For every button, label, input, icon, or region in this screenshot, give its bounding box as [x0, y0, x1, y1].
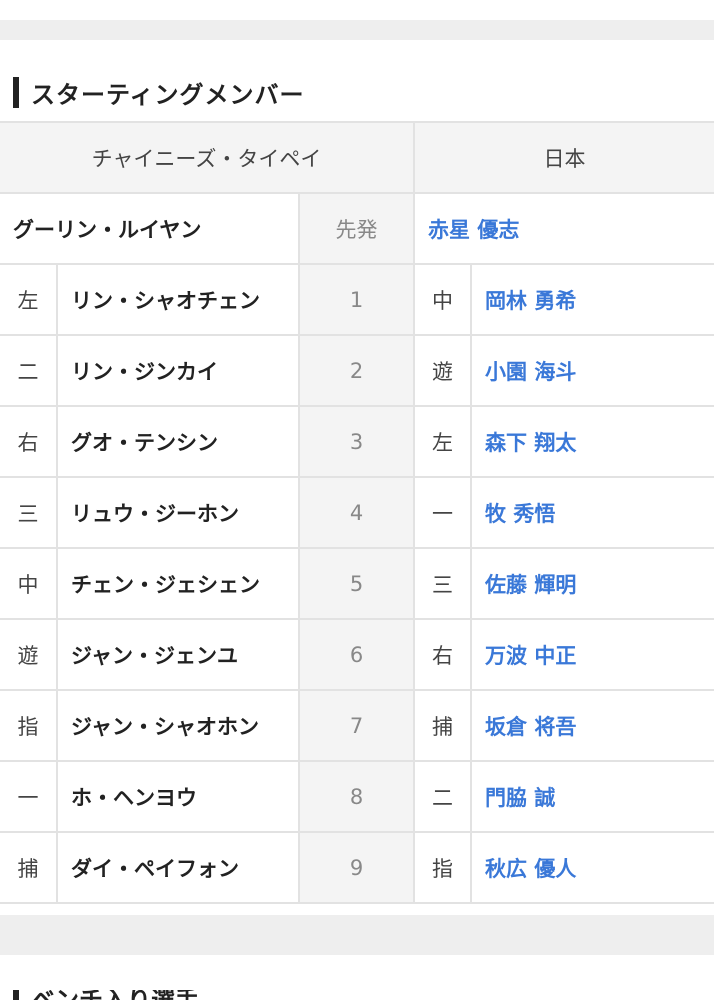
team-header-row: チャイニーズ・タイペイ 日本 [0, 121, 714, 194]
home-position: 右 [413, 618, 473, 691]
away-position: 右 [0, 405, 58, 478]
home-team-name: 日本 [413, 121, 714, 194]
away-player-name: リュウ・ジーホン [56, 476, 300, 549]
batting-order: 6 [297, 618, 416, 691]
lineup-row: 遊ジャン・ジェンユ 6 右万波 中正 [0, 618, 714, 691]
home-position: 左 [413, 405, 473, 478]
lineup-row: 指ジャン・シャオホン 7 捕坂倉 将吾 [0, 689, 714, 762]
lineup-row: 三リュウ・ジーホン 4 一牧 秀悟 [0, 476, 714, 549]
away-position: 中 [0, 547, 58, 620]
home-position: 一 [413, 476, 473, 549]
home-position: 中 [413, 263, 473, 336]
home-position: 指 [413, 831, 473, 904]
starter-label: 先発 [297, 192, 416, 265]
batting-order: 4 [297, 476, 416, 549]
batting-order: 1 [297, 263, 416, 336]
away-team-name: チャイニーズ・タイペイ [0, 121, 416, 194]
home-position: 二 [413, 760, 473, 833]
home-position: 捕 [413, 689, 473, 762]
away-position: 遊 [0, 618, 58, 691]
lineup-row: 捕ダイ・ペイフォン 9 指秋広 優人 [0, 831, 714, 904]
starter-row: グーリン・ルイヤン 先発 赤星 優志 [0, 192, 714, 265]
home-player-link[interactable]: 牧 秀悟 [470, 476, 714, 549]
away-player-name: リン・ジンカイ [56, 334, 300, 407]
away-player-name: ジャン・ジェンユ [56, 618, 300, 691]
batting-order: 8 [297, 760, 416, 833]
batting-order: 2 [297, 334, 416, 407]
away-player-name: ホ・ヘンヨウ [56, 760, 300, 833]
away-player-name: リン・シャオチェン [56, 263, 300, 336]
home-player-link[interactable]: 小園 海斗 [470, 334, 714, 407]
lineup-table: チャイニーズ・タイペイ 日本 グーリン・ルイヤン 先発 赤星 優志 左リン・シャ… [0, 121, 714, 904]
home-position: 遊 [413, 334, 473, 407]
next-section-title-bar [13, 990, 19, 1000]
home-player-link[interactable]: 森下 翔太 [470, 405, 714, 478]
previous-section-card [0, 0, 714, 20]
away-player-name: ダイ・ペイフォン [56, 831, 300, 904]
batting-order: 3 [297, 405, 416, 478]
home-position: 三 [413, 547, 473, 620]
home-player-link[interactable]: 佐藤 輝明 [470, 547, 714, 620]
home-starting-pitcher-link[interactable]: 赤星 優志 [413, 192, 714, 265]
away-position: 左 [0, 263, 58, 336]
section-title-text: スターティングメンバー [31, 80, 305, 109]
batting-order: 5 [297, 547, 416, 620]
home-player-link[interactable]: 岡林 勇希 [470, 263, 714, 336]
batting-order: 9 [297, 831, 416, 904]
lineup-row: 二リン・ジンカイ 2 遊小園 海斗 [0, 334, 714, 407]
home-player-link[interactable]: 秋広 優人 [470, 831, 714, 904]
away-position: 一 [0, 760, 58, 833]
batting-order: 7 [297, 689, 416, 762]
section-title: スターティングメンバー [13, 76, 305, 109]
away-starting-pitcher: グーリン・ルイヤン [0, 192, 300, 265]
lineup-row: 一ホ・ヘンヨウ 8 二門脇 誠 [0, 760, 714, 833]
section-title-bar [13, 76, 19, 108]
lineup-row: 中チェン・ジェシェン 5 三佐藤 輝明 [0, 547, 714, 620]
home-player-link[interactable]: 坂倉 将吾 [470, 689, 714, 762]
lineup-row: 左リン・シャオチェン 1 中岡林 勇希 [0, 263, 714, 336]
away-position: 三 [0, 476, 58, 549]
away-position: 捕 [0, 831, 58, 904]
away-player-name: ジャン・シャオホン [56, 689, 300, 762]
home-player-link[interactable]: 門脇 誠 [470, 760, 714, 833]
away-player-name: チェン・ジェシェン [56, 547, 300, 620]
lineup-row: 右グオ・テンシン 3 左森下 翔太 [0, 405, 714, 478]
home-player-link[interactable]: 万波 中正 [470, 618, 714, 691]
next-section-title: ベンチ入り選手 [13, 990, 199, 1000]
away-position: 二 [0, 334, 58, 407]
away-position: 指 [0, 689, 58, 762]
away-player-name: グオ・テンシン [56, 405, 300, 478]
next-section-title-text: ベンチ入り選手 [31, 990, 199, 1000]
